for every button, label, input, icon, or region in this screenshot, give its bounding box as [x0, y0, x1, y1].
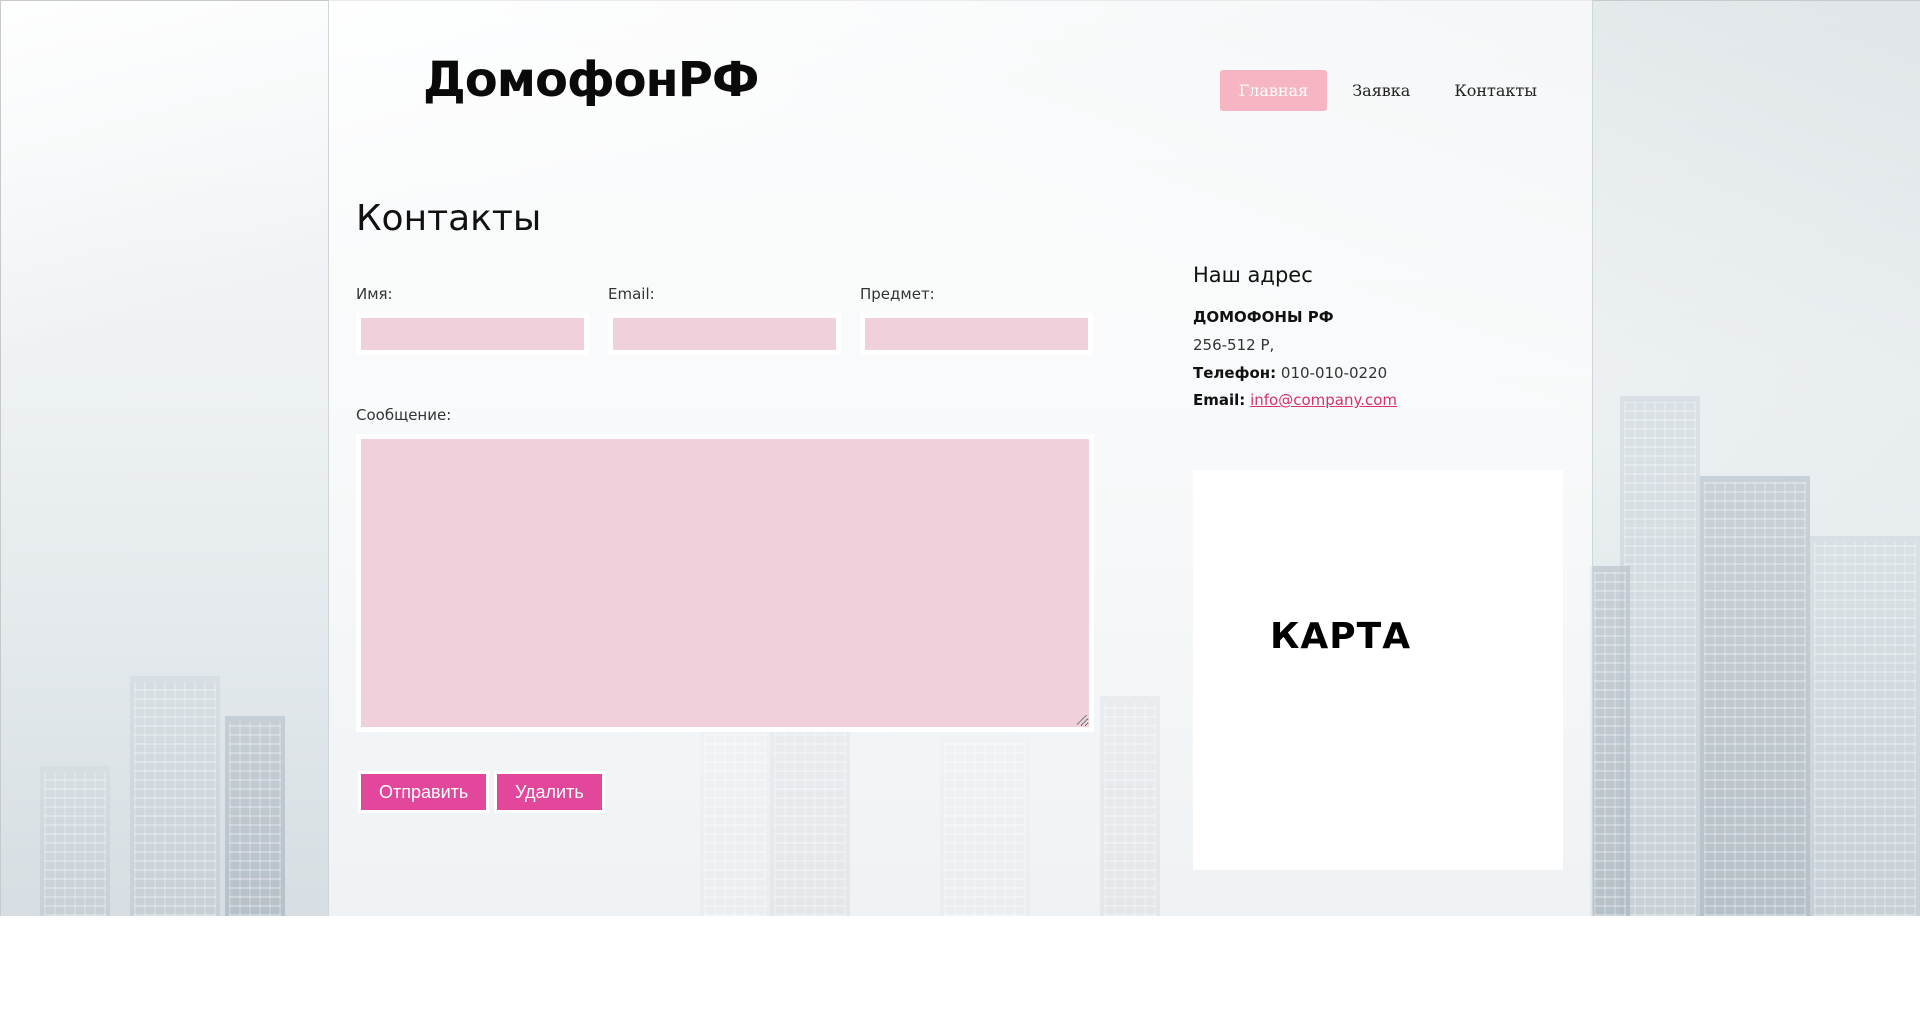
message-textarea[interactable]	[361, 439, 1089, 727]
nav-item-home[interactable]: Главная	[1219, 70, 1328, 111]
phone-line: Телефон: 010-010-0220	[1193, 364, 1387, 382]
email-line: Email: info@company.com	[1193, 391, 1397, 409]
name-field-wrapper	[356, 313, 589, 355]
delete-button[interactable]: Удалить	[497, 774, 602, 810]
subject-input[interactable]	[865, 318, 1088, 350]
main-nav: Главная Заявка Контакты	[1214, 70, 1556, 111]
phone-label: Телефон:	[1193, 364, 1277, 382]
submit-button[interactable]: Отправить	[361, 774, 487, 810]
left-border	[0, 0, 1, 1030]
message-label: Сообщение:	[356, 406, 452, 424]
site-logo[interactable]: ДомофонРФ	[423, 52, 759, 108]
email-field-wrapper	[608, 313, 841, 355]
name-label: Имя:	[356, 285, 393, 303]
phone-value: 010-010-0220	[1280, 364, 1388, 382]
map-label: КАРТА	[1270, 616, 1412, 657]
subject-field-wrapper	[860, 313, 1093, 355]
contact-email-link[interactable]: info@company.com	[1250, 391, 1397, 409]
email-label: Email:	[608, 285, 655, 303]
nav-item-contacts[interactable]: Контакты	[1435, 70, 1556, 111]
background-building	[225, 716, 285, 916]
background-building	[130, 676, 220, 916]
name-input[interactable]	[361, 318, 584, 350]
background-building	[1620, 396, 1700, 916]
message-field-wrapper	[356, 434, 1094, 732]
email-input[interactable]	[613, 318, 836, 350]
company-name: ДОМОФОНЫ РФ	[1193, 308, 1334, 326]
subject-label: Предмет:	[860, 285, 935, 303]
background-building	[1810, 536, 1920, 916]
page-title: Контакты	[356, 198, 542, 239]
company-name-text: ДОМОФОНЫ РФ	[1193, 308, 1334, 326]
page-footer-blank	[0, 916, 1920, 1030]
contact-email-label: Email:	[1193, 391, 1246, 409]
background-building	[40, 766, 110, 916]
resize-grip-icon[interactable]	[1077, 715, 1087, 725]
address-title: Наш адрес	[1193, 263, 1313, 287]
page-container: ДомофонРФ Главная Заявка Контакты Контак…	[328, 0, 1593, 916]
background-building	[1700, 476, 1810, 916]
map-placeholder[interactable]: КАРТА	[1193, 470, 1563, 870]
background-building	[1590, 566, 1630, 916]
nav-item-request[interactable]: Заявка	[1333, 70, 1429, 111]
street-address: 256-512 Р,	[1193, 336, 1275, 354]
